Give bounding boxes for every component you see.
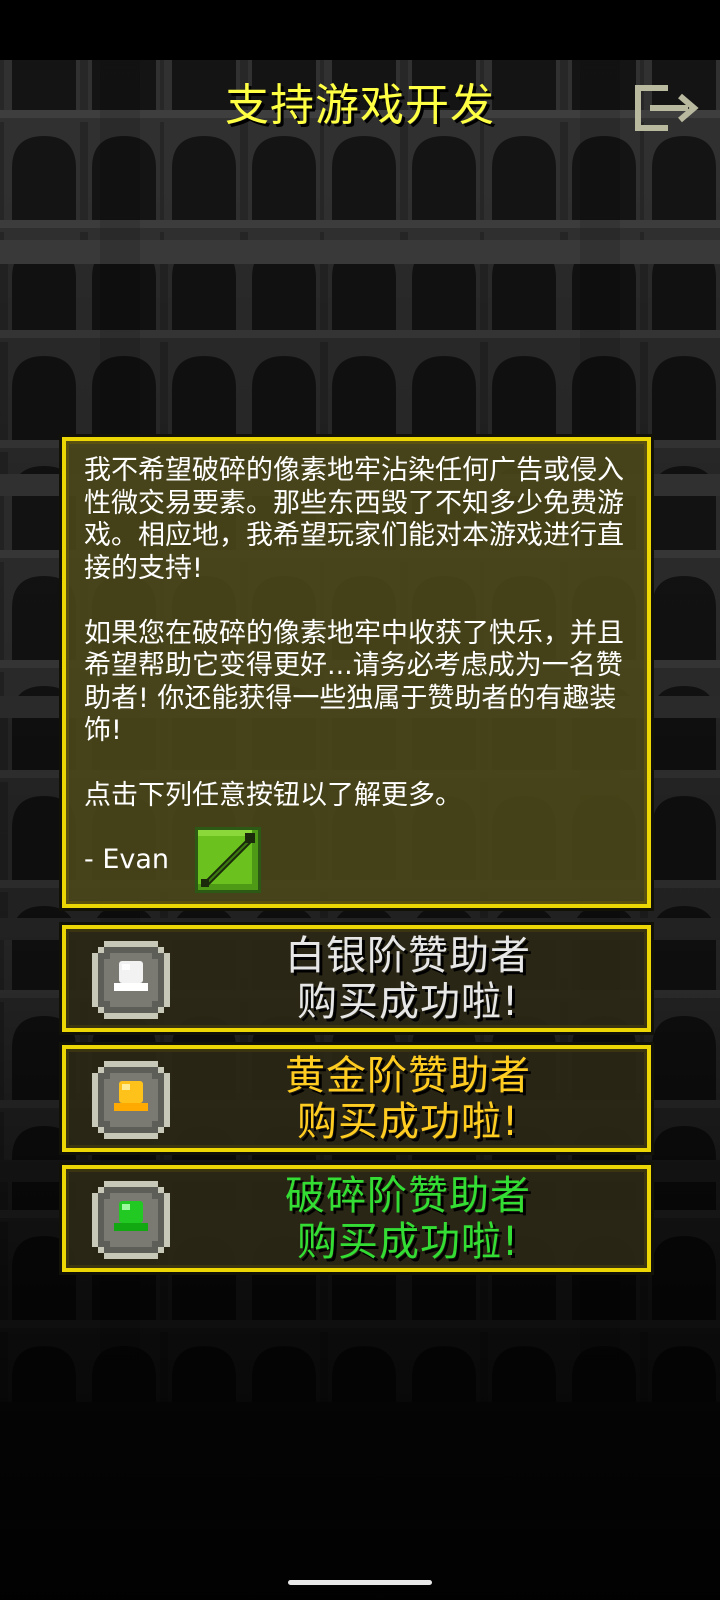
message-paragraph-2: 如果您在破碎的像素地牢中收获了快乐，并且希望帮助它变得更好...请务必考虑成为一…: [84, 617, 624, 747]
shattered-tier-name: 破碎阶赞助者: [285, 1173, 531, 1219]
silver-supporter-label: 白银阶赞助者 购买成功啦!: [186, 933, 630, 1025]
message-paragraph-1: 我不希望破碎的像素地牢沾染任何广告或侵入性微交易要素。那些东西毁了不知多少免费游…: [84, 455, 624, 584]
message-paragraph-3: 点击下列任意按钮以了解更多。: [84, 780, 462, 811]
shattered-supporter-button[interactable]: 破碎阶赞助者 购买成功啦!: [62, 1165, 651, 1272]
gold-supporter-icon: [92, 1061, 170, 1139]
page-title: 支持游戏开发: [225, 80, 495, 131]
silver-supporter-button[interactable]: 白银阶赞助者 购买成功啦!: [62, 925, 651, 1032]
gold-supporter-button[interactable]: 黄金阶赞助者 购买成功啦!: [62, 1045, 651, 1152]
support-message-panel: 我不希望破碎的像素地牢沾染任何广告或侵入性微交易要素。那些东西毁了不知多少免费游…: [62, 437, 651, 908]
gold-tier-status: 购买成功啦!: [296, 1099, 520, 1145]
support-message: 我不希望破碎的像素地牢沾染任何广告或侵入性微交易要素。那些东西毁了不知多少免费游…: [84, 455, 640, 813]
silver-supporter-icon: [92, 941, 170, 1019]
home-indicator[interactable]: [288, 1580, 432, 1585]
exit-button[interactable]: [632, 82, 702, 134]
signature-row: - Evan: [84, 825, 262, 895]
shattered-supporter-icon: [92, 1181, 170, 1259]
wand-icon: [195, 827, 262, 893]
shattered-supporter-label: 破碎阶赞助者 购买成功啦!: [186, 1173, 630, 1265]
shattered-tier-status: 购买成功啦!: [296, 1219, 520, 1265]
gold-supporter-label: 黄金阶赞助者 购买成功啦!: [186, 1053, 630, 1145]
gold-tier-name: 黄金阶赞助者: [285, 1053, 531, 1099]
silver-tier-name: 白银阶赞助者: [285, 933, 531, 979]
silver-tier-status: 购买成功啦!: [296, 979, 520, 1025]
exit-icon: [635, 85, 699, 131]
signature: - Evan: [84, 844, 170, 875]
